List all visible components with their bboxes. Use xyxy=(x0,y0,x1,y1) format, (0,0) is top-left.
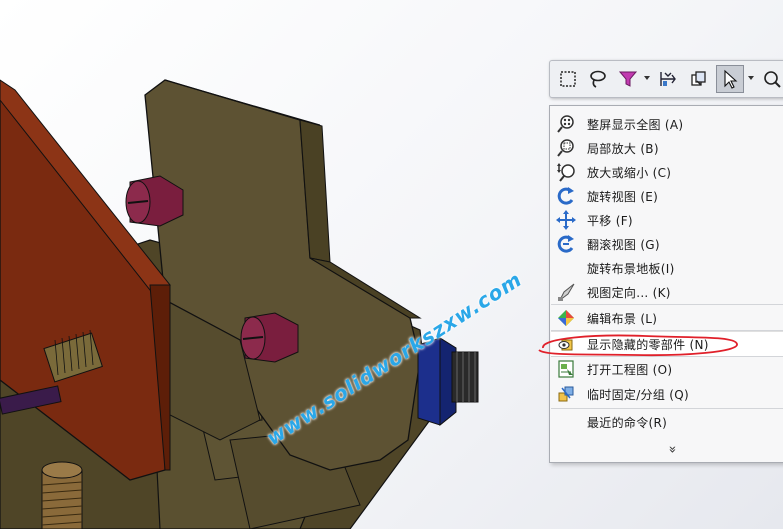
lasso-icon xyxy=(590,70,606,88)
menu-label: 旋转视图 (E) xyxy=(587,190,659,204)
open-drawing-icon xyxy=(558,360,574,378)
menu-label: 平移 (F) xyxy=(587,214,633,228)
move-component-icon xyxy=(660,72,676,86)
magnifier-icon xyxy=(764,71,781,88)
temporary-fix-group-icon xyxy=(558,386,574,402)
filter-icon xyxy=(618,71,638,87)
menu-label: 打开工程图 (O) xyxy=(587,363,673,377)
menu-item-open-drawing[interactable]: 打开工程图 (O) xyxy=(551,357,783,381)
zoom-to-area-icon xyxy=(557,139,574,157)
menu-separator xyxy=(551,304,783,305)
selection-filter-button[interactable] xyxy=(614,65,642,93)
menu-label: 视图定向... (K) xyxy=(587,286,671,300)
zoom-in-out-icon xyxy=(557,163,575,182)
arrow-cursor-icon xyxy=(724,69,738,89)
box-select-icon xyxy=(560,71,576,87)
roll-view-icon xyxy=(557,235,574,253)
rotate-component-icon xyxy=(691,71,706,86)
context-menu: 整屏显示全图 (A) 局部放大 (B) 放大或缩小 (C) 旋转视图 (E) 平… xyxy=(549,105,783,463)
menu-item-view-orientation[interactable]: 视图定向... (K) xyxy=(551,280,783,304)
menu-label: 最近的命令(R) xyxy=(587,416,668,430)
view-orientation-icon xyxy=(558,283,575,301)
menu-label: 翻滚视图 (G) xyxy=(587,238,660,252)
chevron-down-icon[interactable] xyxy=(644,75,650,81)
rotate-view-icon xyxy=(557,187,574,205)
menu-item-roll-view[interactable]: 翻滚视图 (G) xyxy=(551,232,783,256)
menu-label: 整屏显示全图 (A) xyxy=(587,118,684,132)
red-circle-annotation xyxy=(538,334,738,357)
select-dropdown-icon[interactable] xyxy=(748,75,754,81)
select-button[interactable] xyxy=(716,65,744,93)
menu-item-zoom-to-area[interactable]: 局部放大 (B) xyxy=(551,136,783,160)
menu-item-recent-commands[interactable]: 最近的命令(R) xyxy=(551,410,783,434)
menu-item-rotate-scene-floor[interactable]: 旋转布景地板(I) xyxy=(551,256,783,280)
menu-label: 编辑布景 (L) xyxy=(587,312,658,326)
pan-icon xyxy=(556,210,576,230)
menu-item-pan[interactable]: 平移 (F) xyxy=(551,208,783,232)
menu-label: 旋转布景地板(I) xyxy=(587,262,675,276)
menu-label: 局部放大 (B) xyxy=(587,142,659,156)
menu-label: 临时固定/分组 (Q) xyxy=(587,388,689,402)
bottom-bolt xyxy=(41,461,83,529)
selection-toolbar xyxy=(549,60,783,98)
zoom-to-fit-icon xyxy=(557,115,574,133)
move-component-button[interactable] xyxy=(654,65,682,93)
magnify-selected-button[interactable] xyxy=(758,65,783,93)
menu-item-zoom-to-fit[interactable]: 整屏显示全图 (A) xyxy=(551,112,783,136)
edit-scene-icon xyxy=(558,310,574,326)
screw-lower xyxy=(240,312,299,363)
menu-label: 放大或缩小 (C) xyxy=(587,166,672,180)
expand-more-icon[interactable]: » xyxy=(664,446,679,454)
box-select-button[interactable] xyxy=(554,65,582,93)
lasso-select-button[interactable] xyxy=(584,65,612,93)
menu-item-rotate-view[interactable]: 旋转视图 (E) xyxy=(551,184,783,208)
rotate-component-button[interactable] xyxy=(684,65,712,93)
menu-item-temporary-fix-group[interactable]: 临时固定/分组 (Q) xyxy=(551,382,783,406)
menu-separator xyxy=(551,408,783,409)
menu-item-zoom-in-out[interactable]: 放大或缩小 (C) xyxy=(551,160,783,184)
